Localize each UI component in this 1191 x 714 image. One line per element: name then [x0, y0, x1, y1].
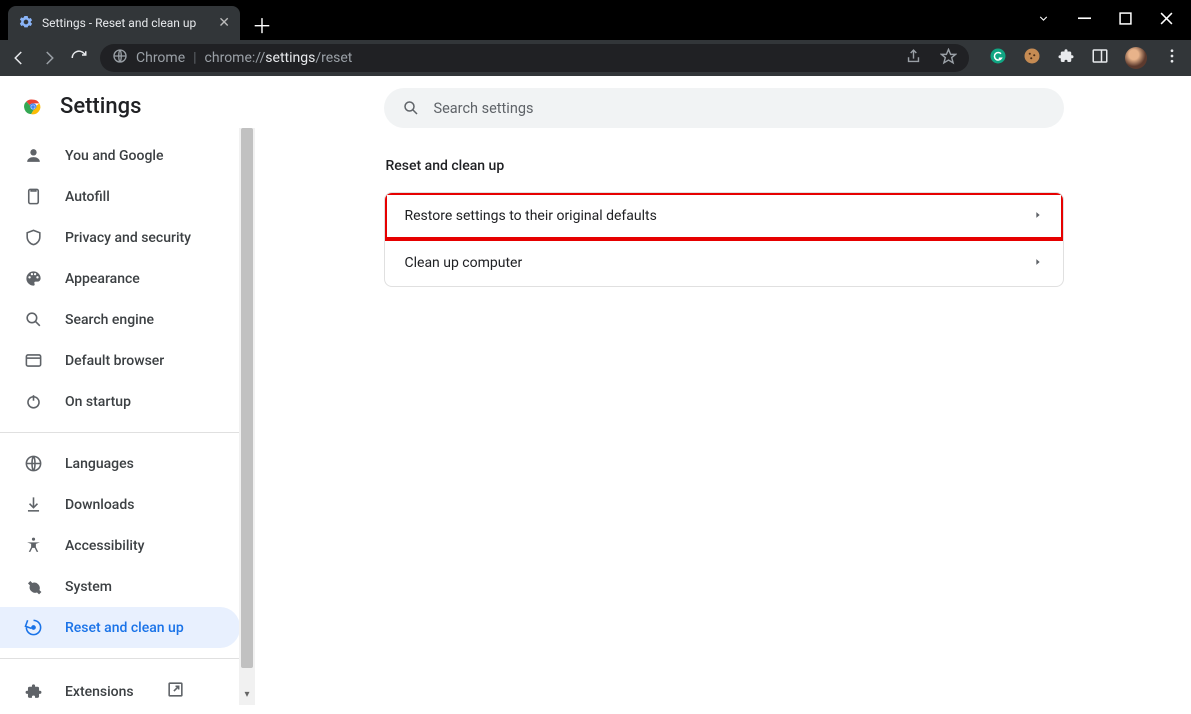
row-label: Restore settings to their original defau… — [405, 208, 657, 224]
sidebar-item-label: On startup — [65, 394, 131, 410]
settings-sidebar: Settings You and Google Autofill Privacy… — [0, 76, 256, 705]
settings-title: Settings — [60, 94, 141, 119]
sidebar-item-appearance[interactable]: Appearance — [0, 258, 240, 299]
chrome-logo-icon — [22, 96, 44, 118]
open-external-icon — [166, 680, 185, 703]
site-info-icon[interactable] — [112, 48, 128, 68]
row-restore-defaults[interactable]: Restore settings to their original defau… — [385, 193, 1063, 239]
sidebar-item-system[interactable]: System — [0, 566, 240, 607]
sidebar-item-privacy[interactable]: Privacy and security — [0, 217, 240, 258]
close-window-icon[interactable] — [1160, 12, 1173, 29]
browser-tab[interactable]: Settings - Reset and clean up ✕ — [8, 6, 240, 40]
bookmark-icon[interactable] — [940, 48, 957, 69]
extension-cookie-icon[interactable] — [1023, 47, 1041, 69]
minimize-icon[interactable] — [1078, 12, 1091, 29]
sidepanel-icon[interactable] — [1091, 47, 1109, 69]
settings-search[interactable] — [384, 88, 1064, 128]
browser-menu-icon[interactable] — [1163, 47, 1181, 69]
extension-grammarly-icon[interactable] — [989, 47, 1007, 69]
settings-card: Restore settings to their original defau… — [384, 192, 1064, 287]
sidebar-item-label: Appearance — [65, 271, 140, 287]
search-input[interactable] — [434, 100, 1046, 117]
sidebar-item-autofill[interactable]: Autofill — [0, 176, 240, 217]
sidebar-item-downloads[interactable]: Downloads — [0, 484, 240, 525]
address-bar[interactable]: Chrome | chrome://settings/reset — [100, 44, 969, 72]
sidebar-item-label: Search engine — [65, 312, 154, 328]
sidebar-item-search-engine[interactable]: Search engine — [0, 299, 240, 340]
sidebar-item-label: Autofill — [65, 189, 110, 205]
sidebar-item-label: Languages — [65, 456, 134, 472]
forward-button — [40, 49, 58, 67]
scroll-down-icon[interactable]: ▾ — [239, 689, 255, 705]
sidebar-item-default-browser[interactable]: Default browser — [0, 340, 240, 381]
extension-icons — [989, 47, 1181, 69]
window-controls — [1037, 0, 1191, 40]
gear-icon — [18, 14, 34, 33]
sidebar-item-label: Accessibility — [65, 538, 144, 554]
sidebar-item-label: Default browser — [65, 353, 164, 369]
search-icon — [402, 99, 420, 117]
close-tab-icon[interactable]: ✕ — [218, 15, 230, 31]
settings-main: Reset and clean up Restore settings to t… — [256, 76, 1191, 705]
sidebar-item-label: You and Google — [65, 148, 163, 164]
back-button[interactable] — [10, 49, 28, 67]
scrollbar-thumb[interactable] — [241, 128, 253, 668]
sidebar-divider — [0, 658, 240, 659]
maximize-icon[interactable] — [1119, 12, 1132, 29]
chevron-right-icon — [1033, 208, 1043, 224]
chevron-down-icon[interactable] — [1037, 12, 1050, 29]
browser-toolbar: Chrome | chrome://settings/reset — [0, 40, 1191, 76]
section-title: Reset and clean up — [384, 158, 1064, 174]
sidebar-item-label: Privacy and security — [65, 230, 191, 246]
profile-avatar[interactable] — [1125, 47, 1147, 69]
chevron-right-icon — [1033, 255, 1043, 271]
sidebar-item-extensions[interactable]: Extensions — [0, 669, 240, 714]
reload-button[interactable] — [70, 49, 88, 67]
sidebar-item-you-and-google[interactable]: You and Google — [0, 135, 240, 176]
url-text: chrome://settings/reset — [205, 50, 353, 66]
sidebar-item-accessibility[interactable]: Accessibility — [0, 525, 240, 566]
sidebar-item-on-startup[interactable]: On startup — [0, 381, 240, 422]
row-label: Clean up computer — [405, 255, 523, 271]
sidebar-divider — [0, 432, 240, 433]
browser-titlebar: Settings - Reset and clean up ✕ ＋ — [0, 0, 1191, 40]
sidebar-item-reset-clean-up[interactable]: Reset and clean up — [0, 607, 240, 648]
tab-title: Settings - Reset and clean up — [42, 16, 196, 30]
sidebar-item-label: Extensions — [65, 684, 134, 700]
sidebar-item-label: Downloads — [65, 497, 134, 513]
row-clean-up-computer[interactable]: Clean up computer — [385, 239, 1063, 286]
share-icon[interactable] — [905, 48, 922, 69]
settings-brand: Settings — [0, 76, 255, 127]
new-tab-button[interactable]: ＋ — [252, 10, 272, 39]
sidebar-item-label: Reset and clean up — [65, 620, 184, 636]
url-prefix: Chrome — [136, 50, 185, 66]
sidebar-item-label: System — [65, 579, 112, 595]
extensions-puzzle-icon[interactable] — [1057, 47, 1075, 69]
sidebar-item-languages[interactable]: Languages — [0, 443, 240, 484]
sidebar-scrollbar[interactable]: ▾ — [239, 128, 255, 705]
